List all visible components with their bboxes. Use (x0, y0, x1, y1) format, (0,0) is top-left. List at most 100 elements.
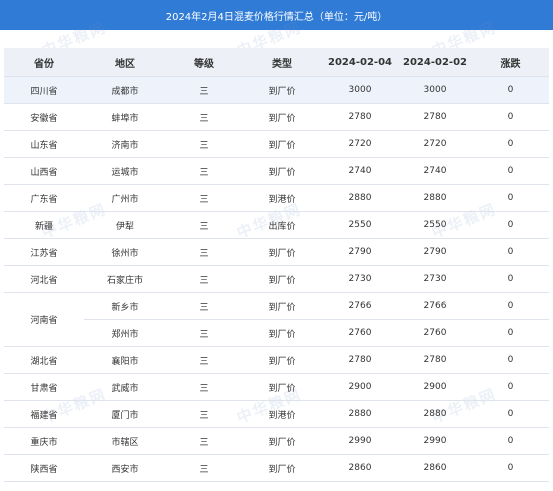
cell-region: 石家庄市 (84, 265, 166, 293)
cell-province: 安徽省 (4, 103, 84, 131)
cell-grade: 三 (166, 373, 242, 401)
header-price-current: 2024-02-04 (322, 48, 398, 77)
cell-change: 0 (472, 265, 549, 293)
table-row: 四川省 成都市 三 到厂价 3000 3000 0 (4, 76, 549, 104)
cell-grade: 三 (166, 346, 242, 374)
cell-type: 到厂价 (242, 292, 322, 320)
cell-region: 西安市 (84, 454, 166, 482)
cell-price-previous: 2990 (398, 427, 472, 455)
cell-region: 厦门市 (84, 400, 166, 428)
cell-price-current: 2900 (322, 373, 398, 401)
cell-change: 0 (472, 76, 549, 104)
table-row: 河南省 新乡市 三 到厂价 2766 2766 0 (4, 292, 549, 347)
header-type: 类型 (242, 48, 322, 77)
header-price-previous: 2024-02-02 (398, 48, 472, 77)
cell-price-previous: 2900 (398, 373, 472, 401)
cell-type: 到港价 (242, 184, 322, 212)
cell-change: 0 (472, 346, 549, 374)
cell-region: 伊犁 (84, 211, 166, 239)
cell-type: 到厂价 (242, 373, 322, 401)
cell-price-current: 2880 (322, 400, 398, 428)
cell-type: 到厂价 (242, 238, 322, 266)
cell-price-current: 2780 (322, 346, 398, 374)
cell-grade: 三 (166, 184, 242, 212)
cell-price-previous: 2880 (398, 400, 472, 428)
cell-province: 甘肃省 (4, 373, 84, 401)
cell-type: 到厂价 (242, 319, 322, 347)
cell-region: 郑州市 (84, 319, 166, 347)
cell-region: 武威市 (84, 373, 166, 401)
cell-region: 市辖区 (84, 427, 166, 455)
table-row: 郑州市 三 到厂价 2760 2760 0 (4, 319, 549, 347)
cell-price-previous: 2740 (398, 157, 472, 185)
cell-price-previous: 2780 (398, 103, 472, 131)
cell-grade: 三 (166, 400, 242, 428)
cell-type: 到厂价 (242, 157, 322, 185)
cell-change: 0 (472, 454, 549, 482)
cell-change: 0 (472, 400, 549, 428)
table-row: 福建省 厦门市 三 到港价 2880 2880 0 (4, 400, 549, 428)
cell-price-previous: 2760 (398, 319, 472, 347)
table-title: 2024年2月4日混麦价格行情汇总（单位：元/吨） (0, 0, 553, 30)
header-grade: 等级 (166, 48, 242, 77)
cell-grade: 三 (166, 319, 242, 347)
cell-price-previous: 2766 (398, 292, 472, 320)
cell-price-current: 2740 (322, 157, 398, 185)
table-row: 陕西省 西安市 三 到厂价 2860 2860 0 (4, 454, 549, 482)
cell-price-current: 2720 (322, 130, 398, 158)
cell-price-current: 2780 (322, 103, 398, 131)
cell-change: 0 (472, 238, 549, 266)
cell-price-current: 2990 (322, 427, 398, 455)
cell-province: 广东省 (4, 184, 84, 212)
cell-region: 新乡市 (84, 292, 166, 320)
cell-province: 湖北省 (4, 346, 84, 374)
cell-province: 新疆 (4, 211, 84, 239)
cell-region: 襄阳市 (84, 346, 166, 374)
cell-change: 0 (472, 130, 549, 158)
cell-grade: 三 (166, 454, 242, 482)
cell-price-previous: 2720 (398, 130, 472, 158)
cell-price-previous: 2860 (398, 454, 472, 482)
cell-type: 到厂价 (242, 454, 322, 482)
cell-region: 运城市 (84, 157, 166, 185)
cell-price-previous: 2790 (398, 238, 472, 266)
table-title-text: 2024年2月4日混麦价格行情汇总（单位：元/吨） (165, 11, 388, 23)
table-row: 新疆 伊犁 三 出库价 2550 2550 0 (4, 211, 549, 239)
cell-grade: 三 (166, 103, 242, 131)
price-table: 省份 地区 等级 类型 2024-02-04 2024-02-02 涨跌 四川省… (4, 48, 549, 482)
cell-change: 0 (472, 103, 549, 131)
cell-grade: 三 (166, 157, 242, 185)
cell-price-current: 2760 (322, 319, 398, 347)
cell-price-current: 3000 (322, 76, 398, 104)
cell-province: 四川省 (4, 76, 84, 104)
cell-price-previous: 2880 (398, 184, 472, 212)
cell-price-current: 2880 (322, 184, 398, 212)
table-row: 山西省 运城市 三 到厂价 2740 2740 0 (4, 157, 549, 185)
cell-grade: 三 (166, 292, 242, 320)
cell-province: 重庆市 (4, 427, 84, 455)
cell-price-current: 2766 (322, 292, 398, 320)
cell-price-current: 2730 (322, 265, 398, 293)
price-table-container: 省份 地区 等级 类型 2024-02-04 2024-02-02 涨跌 四川省… (4, 48, 549, 482)
table-row: 广东省 广州市 三 到港价 2880 2880 0 (4, 184, 549, 212)
cell-province: 山西省 (4, 157, 84, 185)
table-row: 江苏省 徐州市 三 到厂价 2790 2790 0 (4, 238, 549, 266)
cell-province: 山东省 (4, 130, 84, 158)
cell-change: 0 (472, 427, 549, 455)
cell-type: 到厂价 (242, 130, 322, 158)
table-row: 安徽省 蚌埠市 三 到厂价 2780 2780 0 (4, 103, 549, 131)
cell-price-current: 2550 (322, 211, 398, 239)
table-row: 湖北省 襄阳市 三 到厂价 2780 2780 0 (4, 346, 549, 374)
cell-type: 到厂价 (242, 265, 322, 293)
cell-type: 到厂价 (242, 76, 322, 104)
cell-change: 0 (472, 292, 549, 320)
table-row: 河北省 石家庄市 三 到厂价 2730 2730 0 (4, 265, 549, 293)
cell-region: 蚌埠市 (84, 103, 166, 131)
cell-province: 河北省 (4, 265, 84, 293)
cell-grade: 三 (166, 130, 242, 158)
cell-change: 0 (472, 211, 549, 239)
cell-region: 广州市 (84, 184, 166, 212)
cell-price-previous: 2730 (398, 265, 472, 293)
header-change: 涨跌 (472, 48, 549, 77)
table-row: 山东省 济南市 三 到厂价 2720 2720 0 (4, 130, 549, 158)
